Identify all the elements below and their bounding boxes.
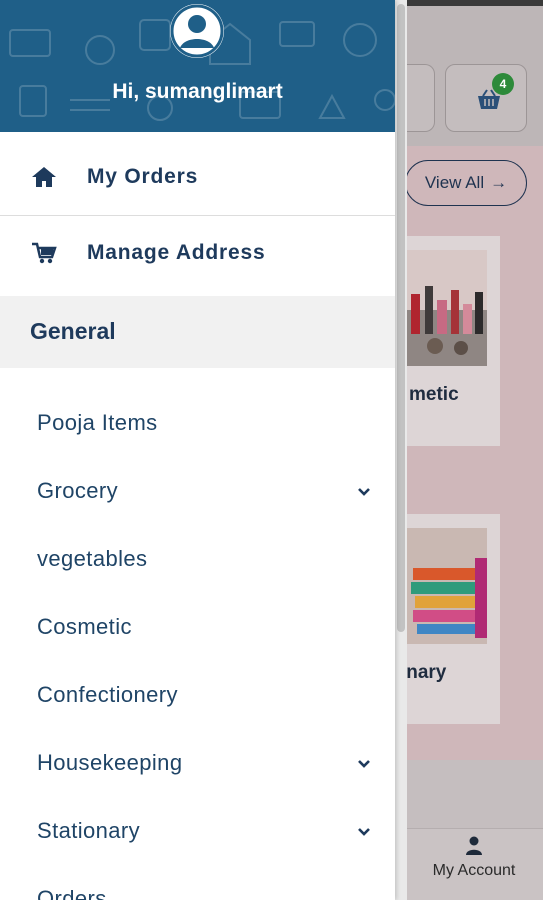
product-card-stationary[interactable]: tionary bbox=[383, 514, 500, 724]
category-label: Grocery bbox=[37, 478, 119, 503]
content-lower bbox=[395, 760, 543, 828]
cosmetic-image bbox=[405, 250, 487, 366]
menu-label-my-orders: My Orders bbox=[87, 164, 199, 188]
category-label: Confectionery bbox=[37, 682, 178, 707]
section-header-general: General bbox=[0, 296, 395, 368]
category-housekeeping[interactable]: Housekeeping bbox=[0, 736, 395, 792]
scrollbar-thumb[interactable] bbox=[397, 4, 405, 632]
category-label: Pooja Items bbox=[37, 410, 158, 435]
avatar[interactable] bbox=[170, 4, 224, 58]
cart-count-badge: 4 bbox=[492, 73, 514, 95]
category-pooja-items[interactable]: Pooja Items bbox=[0, 396, 395, 452]
category-label: Cosmetic bbox=[37, 614, 132, 639]
category-orders[interactable]: Orders bbox=[0, 872, 395, 900]
category-label: Stationary bbox=[37, 818, 141, 843]
user-greeting: Hi, sumanglimart bbox=[112, 80, 283, 103]
menu-label-manage-address: Manage Address bbox=[87, 241, 266, 264]
card-label-cosmetic: metic bbox=[409, 384, 459, 405]
chevron-down-icon[interactable] bbox=[356, 758, 372, 770]
category-confectionery[interactable]: Confectionery bbox=[0, 668, 395, 724]
menu-manage-address[interactable]: Manage Address bbox=[0, 214, 395, 292]
user-avatar-icon bbox=[170, 4, 224, 58]
section-title: General bbox=[30, 318, 116, 344]
my-account-label: My Account bbox=[432, 862, 516, 879]
bottom-nav-my-account[interactable]: My Account bbox=[408, 836, 540, 880]
menu-my-orders[interactable]: My Orders bbox=[0, 138, 395, 216]
category-label: Housekeeping bbox=[37, 750, 183, 775]
category-label: vegetables bbox=[37, 546, 148, 571]
view-all-button[interactable]: View All → bbox=[405, 160, 527, 206]
product-card-cosmetic[interactable]: metic bbox=[395, 236, 500, 446]
cart-icon bbox=[32, 242, 57, 264]
user-icon bbox=[466, 836, 482, 855]
drawer-scrollbar[interactable] bbox=[395, 0, 407, 900]
category-grocery[interactable]: Grocery bbox=[0, 464, 395, 520]
arrow-right-icon: → bbox=[490, 173, 508, 192]
category-cosmetic[interactable]: Cosmetic bbox=[0, 600, 395, 656]
stationary-image bbox=[405, 528, 487, 644]
navigation-drawer: Hi, sumanglimart My Orders Manage Addres… bbox=[0, 0, 395, 900]
category-vegetables[interactable]: vegetables bbox=[0, 532, 395, 588]
home-icon bbox=[32, 167, 56, 187]
category-stationary[interactable]: Stationary bbox=[0, 804, 395, 860]
view-all-label: View All bbox=[424, 173, 485, 192]
chevron-down-icon[interactable] bbox=[356, 486, 372, 498]
cart-button[interactable] bbox=[445, 64, 527, 132]
chevron-down-icon[interactable] bbox=[356, 826, 372, 838]
category-label: Orders bbox=[37, 886, 107, 900]
drawer-header: Hi, sumanglimart bbox=[0, 0, 395, 132]
